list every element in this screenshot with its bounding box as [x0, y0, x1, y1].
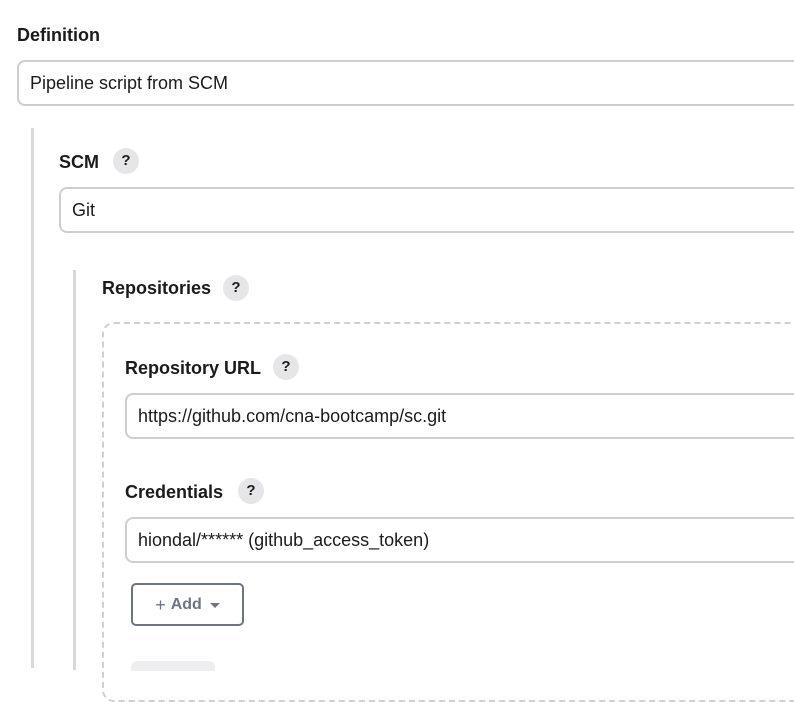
scm-label: SCM [59, 152, 99, 172]
scm-select[interactable]: Git [59, 187, 794, 233]
definition-select[interactable]: Pipeline script from SCM [17, 60, 794, 106]
repositories-label: Repositories [102, 278, 212, 298]
plus-icon: + [155, 594, 166, 615]
credentials-label: Credentials [125, 482, 224, 502]
caret-down-icon [209, 603, 220, 608]
repositories-help-icon[interactable]: ? [223, 275, 249, 301]
definition-label: Definition [17, 25, 100, 45]
repository-url-help-icon[interactable]: ? [273, 354, 299, 380]
repositories-section-bar [73, 270, 76, 670]
credentials-select[interactable]: hiondal/****** (github_access_token) [125, 517, 794, 563]
scm-help-icon[interactable]: ? [113, 148, 139, 174]
repository-entry-container [102, 322, 794, 702]
repository-url-input[interactable]: https://github.com/cna-bootcamp/sc.git [125, 393, 794, 439]
advanced-button-partial[interactable] [131, 661, 215, 671]
add-credentials-button[interactable]: + Add [131, 583, 244, 626]
repository-url-label: Repository URL [125, 358, 262, 378]
scm-section-bar [31, 128, 34, 668]
credentials-help-icon[interactable]: ? [238, 478, 264, 504]
add-button-label: Add [170, 595, 202, 613]
